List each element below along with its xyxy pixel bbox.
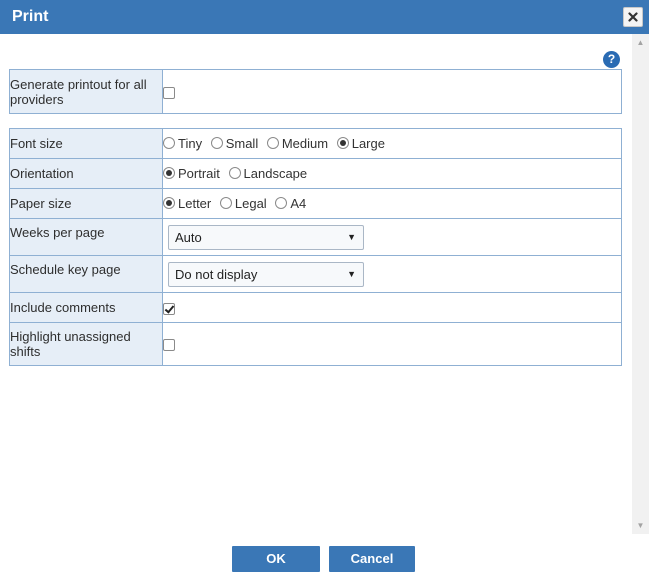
highlight-unassigned-label: Highlight unassigned shifts	[9, 322, 163, 366]
paper-size-option-label: A4	[290, 196, 307, 211]
paper-size-option-label: Legal	[234, 196, 267, 211]
schedule-key-page-cell: Do not display ▼	[162, 255, 622, 293]
radio-portrait[interactable]	[163, 167, 175, 179]
dialog-titlebar: Print	[0, 0, 649, 34]
highlight-unassigned-checkbox[interactable]	[163, 339, 175, 352]
schedule-key-page-select[interactable]: Do not display ▼	[168, 261, 364, 287]
font-size-options: Tiny Small Medium Large	[162, 128, 622, 159]
ok-button[interactable]: OK	[232, 546, 320, 572]
providers-value	[162, 69, 622, 114]
help-button[interactable]: ?	[603, 51, 620, 68]
highlight-unassigned-row: Highlight unassigned shifts	[9, 322, 622, 366]
paper-size-option-legal[interactable]: Legal	[219, 196, 267, 211]
orientation-options: Portrait Landscape	[162, 158, 622, 189]
radio-a4[interactable]	[275, 197, 288, 209]
font-size-option-label: Large	[351, 136, 385, 151]
radio-legal[interactable]	[219, 197, 232, 209]
orientation-option-portrait[interactable]: Portrait	[163, 166, 220, 181]
question-circle-icon: ?	[607, 52, 616, 66]
weeks-per-page-cell: Auto ▼	[162, 218, 622, 256]
providers-row: Generate printout for all providers	[9, 69, 622, 114]
orientation-label: Orientation	[9, 158, 163, 189]
paper-size-row: Paper size Letter Legal A4	[9, 188, 622, 219]
include-comments-row: Include comments	[9, 292, 622, 323]
include-comments-value	[162, 292, 622, 323]
font-size-option-small[interactable]: Small	[210, 136, 259, 151]
schedule-key-page-value: Do not display	[175, 266, 258, 282]
radio-tiny[interactable]	[163, 137, 175, 149]
font-size-row: Font size Tiny Small Medium Large	[9, 128, 622, 159]
orientation-row: Orientation Portrait Landscape	[9, 158, 622, 189]
font-size-option-tiny[interactable]: Tiny	[163, 136, 202, 151]
weeks-per-page-row: Weeks per page Auto ▼	[9, 218, 622, 256]
orientation-option-label: Portrait	[178, 166, 220, 181]
include-comments-label: Include comments	[9, 292, 163, 323]
schedule-key-page-row: Schedule key page Do not display ▼	[9, 255, 622, 293]
font-size-option-label: Medium	[281, 136, 329, 151]
radio-landscape[interactable]	[228, 167, 241, 179]
paper-size-options: Letter Legal A4	[162, 188, 622, 219]
close-icon	[628, 12, 638, 22]
radio-letter[interactable]	[163, 197, 175, 209]
schedule-key-page-label: Schedule key page	[9, 255, 163, 293]
radio-medium[interactable]	[266, 137, 279, 149]
orientation-option-label: Landscape	[243, 166, 308, 181]
paper-size-option-label: Letter	[178, 196, 212, 211]
font-size-option-medium[interactable]: Medium	[266, 136, 329, 151]
radio-large[interactable]	[336, 137, 349, 149]
orientation-option-landscape[interactable]: Landscape	[228, 166, 308, 181]
dialog-title: Print	[12, 8, 49, 25]
options-table: Font size Tiny Small Medium Large Orient…	[9, 128, 622, 366]
close-button[interactable]	[623, 7, 643, 27]
providers-checkbox[interactable]	[163, 86, 175, 99]
vertical-scrollbar[interactable]: ▲ ▼	[632, 34, 649, 534]
scroll-down-icon[interactable]: ▼	[632, 517, 649, 534]
font-size-option-label: Small	[225, 136, 259, 151]
providers-label: Generate printout for all providers	[9, 69, 163, 114]
highlight-unassigned-value	[162, 322, 622, 366]
providers-table: Generate printout for all providers	[9, 69, 622, 114]
include-comments-checkbox[interactable]	[163, 302, 175, 315]
paper-size-option-a4[interactable]: A4	[275, 196, 306, 211]
font-size-option-label: Tiny	[178, 136, 203, 151]
weeks-per-page-label: Weeks per page	[9, 218, 163, 256]
font-size-label: Font size	[9, 128, 163, 159]
cancel-button[interactable]: Cancel	[329, 546, 415, 572]
font-size-option-large[interactable]: Large	[336, 136, 385, 151]
weeks-per-page-value: Auto	[175, 229, 202, 245]
paper-size-option-letter[interactable]: Letter	[163, 196, 211, 211]
scroll-up-icon[interactable]: ▲	[632, 34, 649, 51]
weeks-per-page-select[interactable]: Auto ▼	[168, 224, 364, 250]
chevron-down-icon: ▼	[347, 268, 356, 279]
chevron-down-icon: ▼	[347, 231, 356, 242]
paper-size-label: Paper size	[9, 188, 163, 219]
radio-small[interactable]	[210, 137, 223, 149]
